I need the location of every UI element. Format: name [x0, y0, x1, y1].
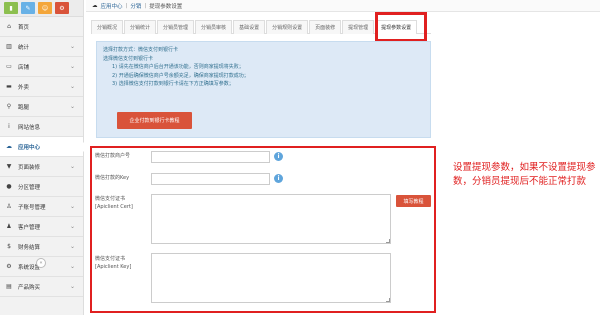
resize-handle[interactable]	[386, 239, 390, 243]
monitor-icon: ▭	[6, 63, 12, 70]
chevron-down-icon: ⌄	[69, 203, 75, 210]
key-input[interactable]	[151, 173, 270, 185]
tab-rules[interactable]: 分销规则设置	[266, 20, 309, 34]
merchant-id-label: 微信打款商户号	[95, 153, 131, 159]
tab-page-decor[interactable]: 页面装修	[309, 20, 342, 34]
breadcrumb-separator: |	[125, 2, 128, 9]
double-chevron-left-icon[interactable]: «	[36, 258, 46, 268]
chevron-down-icon: ⌄	[69, 283, 75, 290]
sidebar-item-customers[interactable]: ♟ 客户管理 ⌄	[0, 217, 83, 237]
key-label: 微信打款的Key	[95, 175, 130, 181]
info-step: 1) 请先在微信商户后台开通该功能，否则商家提现将失败；	[112, 64, 244, 70]
info-line: 选择微信支付到银行卡	[103, 55, 154, 62]
breadcrumb-link-app-center[interactable]: 应用中心	[101, 2, 123, 10]
gear-icon[interactable]: ⚙	[55, 2, 69, 14]
tab-withdrawals[interactable]: 提现管理	[342, 20, 375, 34]
shirt-icon: ▼	[6, 163, 12, 170]
breadcrumb-separator: |	[144, 2, 147, 9]
tab-basic-settings[interactable]: 基础设置	[233, 20, 266, 34]
sidebar-item-finance[interactable]: $ 财务结算 ⌄	[0, 237, 83, 257]
sidebar-item-app-center[interactable]: ☁ 应用中心	[0, 137, 84, 157]
info-icon[interactable]: i	[274, 152, 283, 161]
sidebar-item-label: 页面装修	[18, 164, 41, 171]
cert-label: 微信支付证书 [Apiclient Cert]	[95, 195, 133, 211]
sidebar-item-page-decor[interactable]: ▼ 页面装修 ⌄	[0, 157, 83, 177]
sidebar-item-label: 应用中心	[18, 144, 41, 151]
tab-highlight-box	[375, 12, 427, 42]
sidebar-item-label: 子账号管理	[18, 204, 46, 211]
shortcut-bar: ▮ ✎ ☺ ⚙	[0, 0, 83, 17]
chevron-down-icon: ⌄	[69, 263, 75, 270]
key-cert-label: 微信支付证书 [Apiclient Key]	[95, 255, 131, 271]
info-icon[interactable]: i	[274, 174, 283, 183]
cert-label-line: 微信支付证书	[95, 196, 126, 202]
info-icon: i	[8, 123, 10, 130]
fill-tutorial-button[interactable]: 填写教程	[396, 195, 431, 207]
circle-icon: ●	[6, 183, 12, 190]
sidebar-item-site-info[interactable]: i 网站信息	[0, 117, 83, 137]
pencil-icon[interactable]: ✎	[21, 2, 35, 14]
sidebar-item-takeout[interactable]: ▬ 外卖 ⌄	[0, 77, 83, 97]
cart-icon: ▤	[6, 283, 12, 290]
chart-icon: ▥	[6, 43, 12, 50]
info-line: 选择打款方式：微信支付到银行卡	[103, 47, 179, 53]
car-icon: ▬	[6, 83, 12, 90]
bar-chart-icon[interactable]: ▮	[4, 2, 18, 14]
sidebar-item-store[interactable]: ▭ 店铺 ⌄	[0, 57, 83, 77]
breadcrumb-link-distribution[interactable]: 分销	[130, 2, 141, 10]
sidebar-item-label: 财务结算	[18, 244, 41, 251]
cert-label-line: [Apiclient Cert]	[95, 204, 133, 210]
cloud-icon: ☁	[6, 143, 12, 150]
sidebar-item-label: 外卖	[18, 84, 30, 91]
chevron-down-icon: ⌄	[69, 43, 75, 50]
tab-overview[interactable]: 分销概况	[91, 20, 124, 34]
sidebar-item-errand[interactable]: ⚲ 跑腿 ⌄	[0, 97, 83, 117]
info-step: 3) 选择微信支付打款到银行卡请在下方正确填写参数；	[112, 81, 234, 87]
sidebar-item-purchase[interactable]: ▤ 产品购买 ⌄	[0, 277, 83, 297]
info-step: 2) 开通后确保微信商户号余额充足，确保商家提现打款成功；	[112, 72, 249, 79]
merchant-id-input[interactable]	[151, 151, 270, 163]
breadcrumb-current: 提现参数设置	[149, 3, 183, 10]
home-icon: ⌂	[7, 23, 11, 30]
key-cert-textarea[interactable]	[151, 253, 391, 303]
sidebar: ▮ ✎ ☺ ⚙ ⌂ 首页 ▥ 统计 ⌄ ▭ 店铺 ⌄ ▬ 外卖 ⌄ ⚲ 跑腿 ⌄…	[0, 0, 84, 315]
sidebar-item-stats[interactable]: ▥ 统计 ⌄	[0, 37, 83, 57]
sidebar-item-zone[interactable]: ● 分区管理	[0, 177, 83, 197]
sidebar-item-label: 首页	[18, 24, 30, 31]
sidebar-item-label: 店铺	[18, 64, 30, 71]
key-cert-label-line: 微信支付证书	[95, 256, 126, 262]
tab-review[interactable]: 分销员审核	[195, 20, 233, 34]
resize-handle[interactable]	[386, 298, 390, 302]
dollar-icon: $	[7, 243, 11, 250]
sidebar-item-home[interactable]: ⌂ 首页	[0, 17, 83, 37]
cert-textarea[interactable]	[151, 194, 391, 244]
user-group-icon: ♟	[6, 223, 12, 230]
gear-icon: ⚙	[6, 263, 12, 270]
chevron-down-icon: ⌄	[69, 163, 75, 170]
chevron-down-icon: ⌄	[69, 103, 75, 110]
bank-card-tutorial-button[interactable]: 企业付款到银行卡教程	[117, 112, 192, 129]
bike-icon: ⚲	[6, 103, 12, 110]
chevron-down-icon: ⌄	[69, 223, 75, 230]
annotation-note: 设置提现参数，如果不设置提现参数，分销员提现后不能正常打款	[453, 162, 596, 187]
sidebar-item-subaccount[interactable]: ♙ 子账号管理 ⌄	[0, 197, 83, 217]
chevron-down-icon: ⌄	[69, 243, 75, 250]
sidebar-item-label: 跑腿	[18, 104, 30, 111]
sidebar-item-label: 统计	[18, 44, 30, 51]
key-cert-label-line: [Apiclient Key]	[95, 264, 132, 270]
sidebar-item-label: 产品购买	[18, 284, 41, 291]
breadcrumb: ☁ 应用中心 | 分销 | 提现参数设置	[86, 0, 600, 12]
sidebar-item-label: 网站信息	[18, 124, 41, 131]
sidebar-item-label: 分区管理	[18, 184, 41, 191]
tab-stats[interactable]: 分销统计	[124, 20, 157, 34]
tab-distributors[interactable]: 分销员管理	[157, 20, 195, 34]
sidebar-item-label: 客户管理	[18, 224, 41, 231]
user-icon: ♙	[6, 203, 12, 210]
chevron-down-icon: ⌄	[69, 63, 75, 70]
cloud-icon: ☁	[92, 2, 98, 9]
chevron-down-icon: ⌄	[69, 83, 75, 90]
users-icon[interactable]: ☺	[38, 2, 52, 14]
